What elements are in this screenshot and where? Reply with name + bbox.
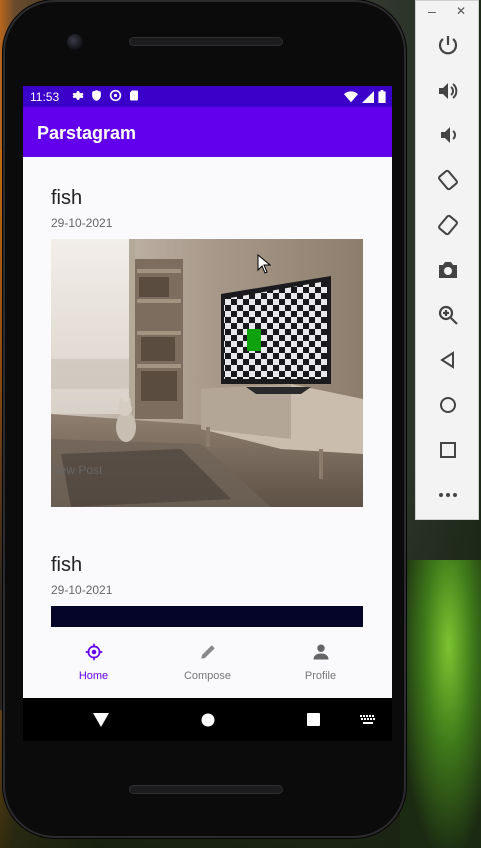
signal-icon [362, 90, 374, 103]
nav-label-profile: Profile [304, 670, 337, 682]
more-icon [439, 493, 457, 497]
post-description: New Post [51, 463, 103, 477]
post-image[interactable] [51, 606, 363, 627]
system-keyboard-button[interactable] [353, 698, 383, 741]
top-speaker [129, 37, 283, 46]
post-username: fish [51, 187, 83, 209]
rotate-left-button[interactable] [436, 168, 460, 192]
zoom-button[interactable] [436, 303, 460, 327]
nav-item-compose[interactable]: Compose [146, 627, 269, 698]
post-item[interactable]: fish 29-10-2021 [51, 187, 363, 507]
volume-up-button[interactable] [436, 79, 460, 103]
system-home-button[interactable] [193, 698, 223, 741]
sd-card-icon [130, 90, 138, 101]
status-time: 11:53 [30, 90, 60, 104]
emulator-phone-frame: 11:53 Parstagram fish 29-10-2021 New Pos… [3, 0, 406, 838]
nav-label-home: Home [78, 670, 109, 682]
overview-icon [306, 713, 320, 726]
nav-label-compose: Compose [183, 670, 232, 682]
status-icons-left [71, 89, 140, 102]
rotate-right-icon [438, 214, 458, 236]
power-icon [438, 36, 458, 55]
shield-icon [92, 90, 101, 101]
emulator-toolbar: – ✕ [415, 0, 479, 520]
volume-down-icon [441, 127, 456, 143]
power-button[interactable] [436, 33, 460, 57]
app-title: Parstagram [37, 123, 137, 143]
rotate-left-icon [438, 169, 458, 191]
post-item[interactable]: fish 29-10-2021 [51, 554, 363, 627]
battery-icon [378, 90, 386, 103]
more-options-button[interactable] [436, 483, 460, 507]
post-date: 29-10-2021 [51, 216, 113, 230]
phone-screen: 11:53 Parstagram fish 29-10-2021 New Pos… [23, 86, 392, 741]
dark-navy-image [51, 606, 363, 627]
home-icon [85, 643, 102, 661]
post-username: fish [51, 554, 83, 576]
data-saver-icon [109, 89, 122, 102]
desktop-wallpaper-grass [400, 560, 481, 848]
screenshot-button[interactable] [436, 258, 460, 282]
mouse-cursor-icon [257, 254, 271, 274]
back-icon [93, 712, 109, 727]
pencil-icon [200, 645, 215, 659]
home-circle-icon [201, 713, 215, 726]
emulator-home-button[interactable] [436, 393, 460, 417]
zoom-icon [438, 305, 458, 325]
back-icon [440, 351, 454, 369]
camera-icon [439, 262, 457, 278]
system-back-button[interactable] [86, 698, 116, 741]
emulator-back-button[interactable] [436, 348, 460, 372]
status-icons-right [344, 90, 386, 103]
post-feed[interactable]: fish 29-10-2021 New Post fish 29-10-2021 [23, 157, 392, 627]
system-navigation-bar [23, 698, 392, 741]
emulator-overview-button[interactable] [436, 438, 460, 462]
system-overview-button[interactable] [298, 698, 328, 741]
bottom-speaker [129, 785, 283, 794]
wifi-icon [344, 90, 358, 102]
home-icon [440, 397, 456, 413]
keyboard-icon [360, 714, 375, 724]
window-minimize-button[interactable]: – [428, 3, 436, 19]
nav-item-home[interactable]: Home [32, 627, 155, 698]
front-camera [67, 34, 83, 50]
volume-down-button[interactable] [436, 123, 460, 147]
post-date: 29-10-2021 [51, 583, 113, 597]
app-toolbar: Parstagram [23, 107, 392, 157]
person-icon [313, 644, 328, 660]
status-bar: 11:53 [23, 86, 392, 107]
settings-icon [72, 91, 84, 100]
window-close-button[interactable]: ✕ [456, 4, 466, 18]
nav-item-profile[interactable]: Profile [259, 627, 382, 698]
overview-icon [440, 442, 456, 458]
rotate-right-button[interactable] [436, 213, 460, 237]
volume-up-icon [439, 83, 458, 99]
bottom-navigation: Home Compose Profile [23, 627, 392, 698]
